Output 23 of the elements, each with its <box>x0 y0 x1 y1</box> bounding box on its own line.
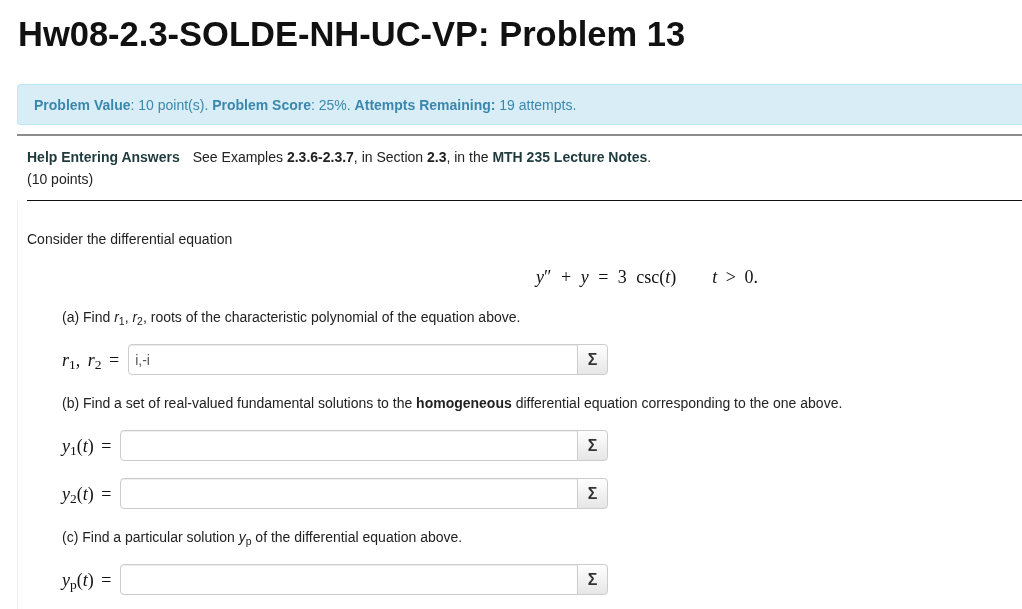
equation-editor-button[interactable]: Σ <box>577 344 608 375</box>
part-prompt: (c) Find a particular solution y$_{p}$ of the differential equation above. <box>62 529 463 545</box>
answer-field[interactable] <box>120 430 578 461</box>
answer-label: y$_{1}$(t) = <box>62 434 112 458</box>
equation-editor-button[interactable]: Σ <box>577 478 608 509</box>
equation-editor-button[interactable]: Σ <box>577 430 608 461</box>
part-prompt: (a) Find r$_{1}$, r$_{2}$, roots of the characteristic polynomial of the equation above. <box>62 309 521 325</box>
answer-field[interactable] <box>120 564 578 595</box>
condition-text: t > 0. <box>712 266 758 289</box>
part-prompt: (b) Find a set of real-valued fundamental solutions to the homogeneous differential equation corresponding to the one above. <box>62 395 843 411</box>
equation-editor-button[interactable]: Σ <box>577 564 608 595</box>
answer-label: y$_{p}$(t) = <box>62 568 112 592</box>
page-title: Hw08-2.3-SOLDE-NH-UC-VP: Problem 13 <box>18 14 687 54</box>
answer-label: r$_{1}$, r$_{2}$ = <box>62 348 120 372</box>
intro-text: Consider the differential equation <box>27 230 234 249</box>
answer-field[interactable]: i,-i <box>128 344 578 375</box>
answer-field[interactable] <box>120 478 578 509</box>
help-note-text: See Examples 2.3.6-2.3.7, in Section 2.3, in the MTH 235 Lecture Notes. <box>192 148 652 167</box>
points-text: (10 points) <box>27 170 95 189</box>
problem-info-text: Problem Value: 10 point(s). Problem Score: 25%. Attempts Remaining: 19 attempts. <box>34 96 577 113</box>
help-link[interactable]: Help Entering Answers <box>27 146 180 168</box>
equation-text: y″ + y = 3 csc(t) <box>536 266 677 289</box>
answer-label: y$_{2}$(t) = <box>62 482 112 506</box>
